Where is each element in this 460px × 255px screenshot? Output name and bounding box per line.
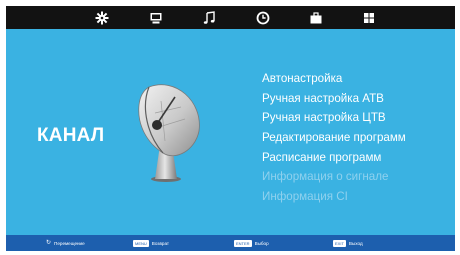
exit-key-badge: EXIT [333,239,346,247]
hint-exit: EXIT Выход [333,235,363,251]
key-hint-bar: ↻ Перемещение MENU Возврат ENTER Выбор E… [6,235,455,251]
clock-icon [256,11,270,24]
briefcase-icon [310,11,322,23]
enter-key-badge: ENTER [234,239,252,247]
satellite-dish-icon [138,84,200,182]
tab-settings[interactable] [93,9,111,26]
grid-icon [364,12,374,23]
tab-lock[interactable] [307,9,325,26]
hint-select: ENTER Выбор [234,235,269,251]
menu-item-ci-info: Информация CI [262,190,348,204]
tv-icon [150,12,162,23]
menu-key-badge: MENU [133,239,149,247]
page-title: КАНАЛ [37,125,105,146]
channel-menu-list: Автонастройка Ручная настройка АТВ Ручна… [262,69,406,207]
music-note-icon [203,10,215,24]
tab-time[interactable] [254,9,272,26]
tab-channel[interactable] [147,9,165,26]
tab-sound[interactable] [200,9,218,26]
hint-navigate: ↻ Перемещение [46,235,85,251]
gear-icon [95,11,109,24]
hint-exit-label: Выход [348,240,363,246]
menu-item-dtv-manual-tuning[interactable]: Ручная настройка ЦТВ [262,108,406,128]
hint-back: MENU Возврат [133,235,169,251]
hint-back-label: Возврат [151,240,170,246]
hint-navigate-label: Перемещение [54,240,85,246]
menu-item-schedule[interactable]: Расписание программ [262,148,406,168]
category-tab-bar [6,6,455,29]
navigation-arrows-icon: ↻ [46,240,52,246]
hint-select-label: Выбор [254,240,269,246]
tv-menu-frame: КАНАЛ Автонастройка Ручная настройка АТВ… [6,6,455,251]
menu-item-auto-tuning[interactable]: Автонастройка [262,69,406,89]
menu-item-signal-info: Информация о сигнале [262,170,389,184]
channel-menu-panel: КАНАЛ Автонастройка Ручная настройка АТВ… [6,29,455,235]
tab-setup[interactable] [360,9,378,26]
menu-item-atv-manual-tuning[interactable]: Ручная настройка АТВ [262,89,406,109]
menu-item-program-edit[interactable]: Редактирование программ [262,128,406,148]
